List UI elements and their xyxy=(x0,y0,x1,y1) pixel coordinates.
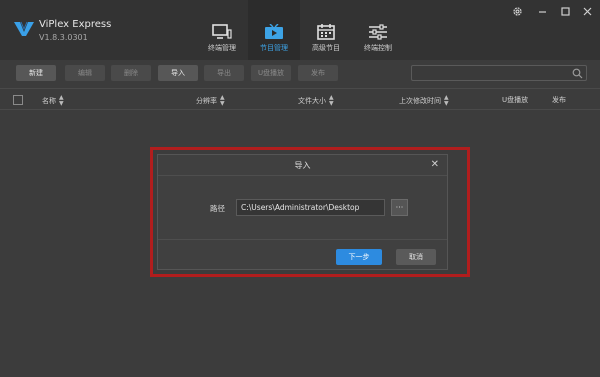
play-screen-icon xyxy=(265,24,283,39)
path-label: 路径 xyxy=(210,204,225,213)
sort-icon[interactable]: ▲ ▼ xyxy=(59,95,64,107)
dialog-divider xyxy=(158,239,447,240)
search-icon[interactable] xyxy=(572,68,583,79)
nav-label: 节目管理 xyxy=(260,44,288,52)
maximize-icon[interactable] xyxy=(558,4,572,18)
sort-icon[interactable]: ▲ ▼ xyxy=(329,95,334,107)
cancel-button[interactable]: 取消 xyxy=(396,249,436,265)
close-icon[interactable]: ✕ xyxy=(431,159,439,170)
nav-label: 终端控制 xyxy=(364,44,392,52)
publish-button[interactable]: 发布 xyxy=(298,65,338,81)
column-header-resolution[interactable]: 分辨率 ▲ ▼ xyxy=(196,95,225,107)
nav-label: 终端管理 xyxy=(208,44,236,52)
import-dialog: 导入 ✕ 路径 C:\Users\Administrator\Desktop ·… xyxy=(157,154,448,270)
sliders-icon xyxy=(369,24,387,40)
title-bar: ViPlex Express V1.8.3.0301 终端管理 节目管理 高级节 xyxy=(0,0,600,60)
nav-advanced-program[interactable]: 高级节目 xyxy=(300,0,352,60)
nav-terminal-management[interactable]: 终端管理 xyxy=(196,0,248,60)
next-step-button[interactable]: 下一步 xyxy=(336,249,382,265)
column-header-last-modified[interactable]: 上次修改时间 ▲ ▼ xyxy=(399,95,449,107)
dialog-title: 导入 xyxy=(294,161,311,170)
column-header-publish: 发布 xyxy=(552,96,566,104)
path-input[interactable]: C:\Users\Administrator\Desktop xyxy=(236,199,385,216)
search-input[interactable] xyxy=(411,65,587,81)
select-all-checkbox[interactable] xyxy=(13,95,23,105)
dialog-header: 导入 ✕ xyxy=(158,155,447,176)
monitor-icon xyxy=(212,24,232,39)
table-header: 名称 ▲ ▼ 分辨率 ▲ ▼ 文件大小 ▲ ▼ 上次修改时间 ▲ ▼ U盘播放 发布 xyxy=(0,88,600,110)
gear-icon[interactable] xyxy=(510,4,524,18)
usb-play-button[interactable]: U盘播放 xyxy=(251,65,291,81)
delete-button[interactable]: 删除 xyxy=(111,65,151,81)
app-name: ViPlex Express xyxy=(39,19,112,30)
nav-label: 高级节目 xyxy=(312,44,340,52)
import-button[interactable]: 导入 xyxy=(158,65,198,81)
edit-button[interactable]: 编辑 xyxy=(65,65,105,81)
nav-program-management[interactable]: 节目管理 xyxy=(248,0,300,60)
browse-button[interactable]: ··· xyxy=(391,199,408,216)
sort-icon[interactable]: ▲ ▼ xyxy=(220,95,225,107)
app-version: V1.8.3.0301 xyxy=(39,33,88,42)
viplex-logo-icon xyxy=(14,21,34,36)
export-button[interactable]: 导出 xyxy=(204,65,244,81)
column-header-usb-play: U盘播放 xyxy=(502,96,529,104)
minimize-icon[interactable] xyxy=(535,4,549,18)
column-header-file-size[interactable]: 文件大小 ▲ ▼ xyxy=(298,95,334,107)
new-button[interactable]: 新建 xyxy=(16,65,56,81)
column-header-name[interactable]: 名称 ▲ ▼ xyxy=(42,95,64,107)
nav-terminal-control[interactable]: 终端控制 xyxy=(352,0,404,60)
calendar-icon xyxy=(317,24,335,40)
close-icon[interactable] xyxy=(580,4,594,18)
sort-icon[interactable]: ▲ ▼ xyxy=(444,95,449,107)
